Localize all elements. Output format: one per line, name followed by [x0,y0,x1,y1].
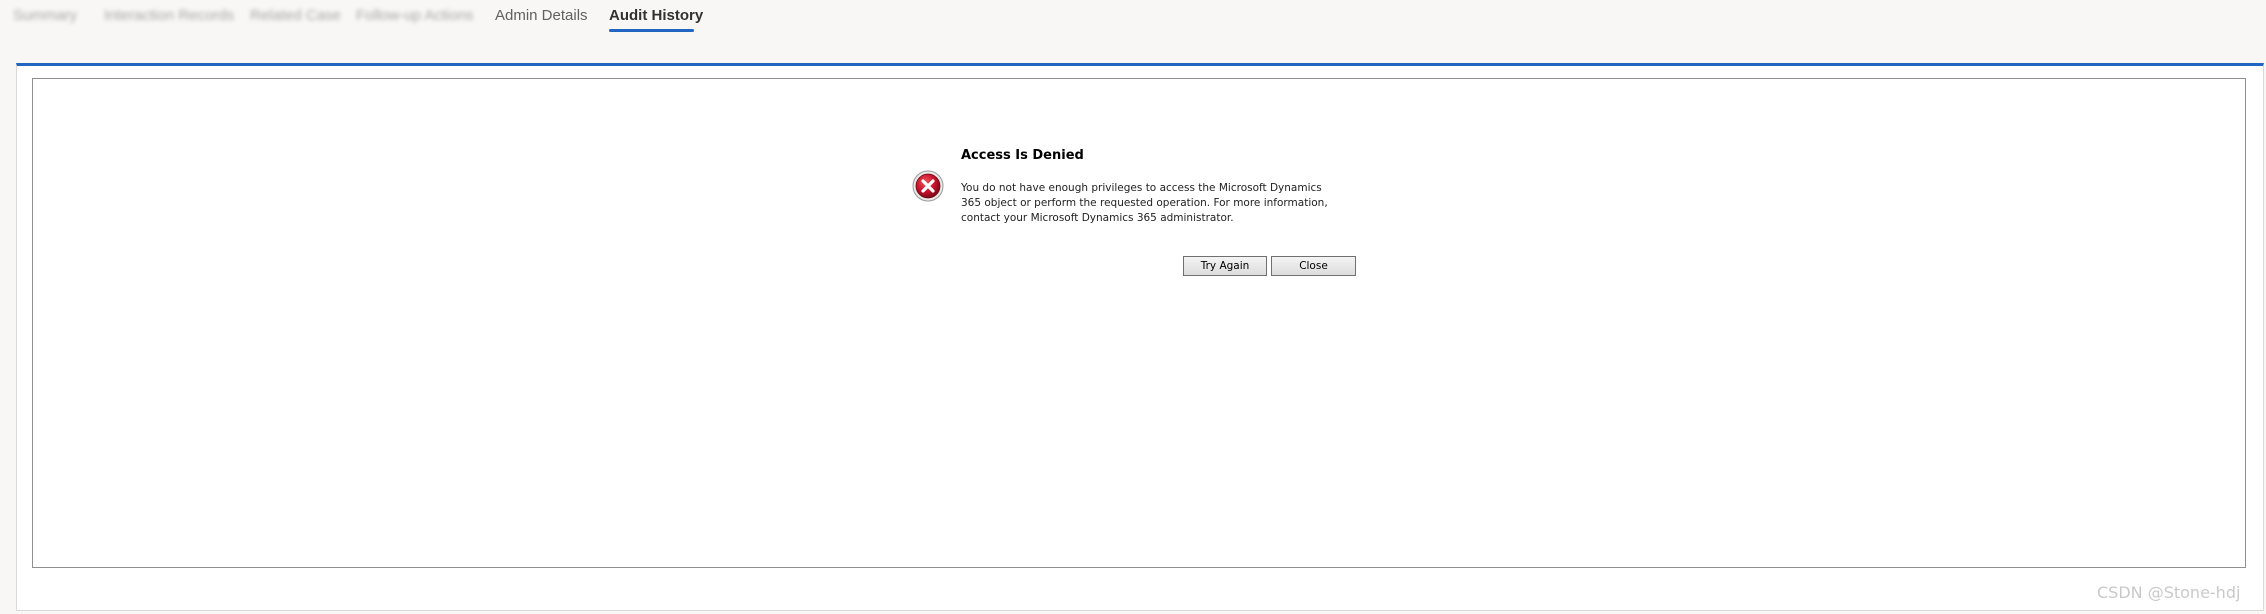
watermark: CSDN @Stone-hdj [2097,583,2241,602]
close-button[interactable]: Close [1271,256,1356,276]
audit-history-frame [32,78,2246,568]
tab-summary[interactable]: Summary [13,6,77,26]
dialog-title: Access Is Denied [961,148,1084,163]
active-tab-indicator [609,29,694,32]
dialog-message: You do not have enough privileges to acc… [961,182,1328,224]
form-tab-bar: Summary Interaction Records Related Case… [0,0,2266,36]
tab-admin-details[interactable]: Admin Details [495,6,588,26]
tab-interaction-records[interactable]: Interaction Records [104,6,234,26]
tab-audit-history[interactable]: Audit History [609,6,703,26]
error-x-icon [912,170,944,202]
tab-related-case[interactable]: Related Case [250,6,341,26]
tab-follow-up-actions[interactable]: Follow-up Actions [356,6,474,26]
try-again-button[interactable]: Try Again [1183,256,1267,276]
